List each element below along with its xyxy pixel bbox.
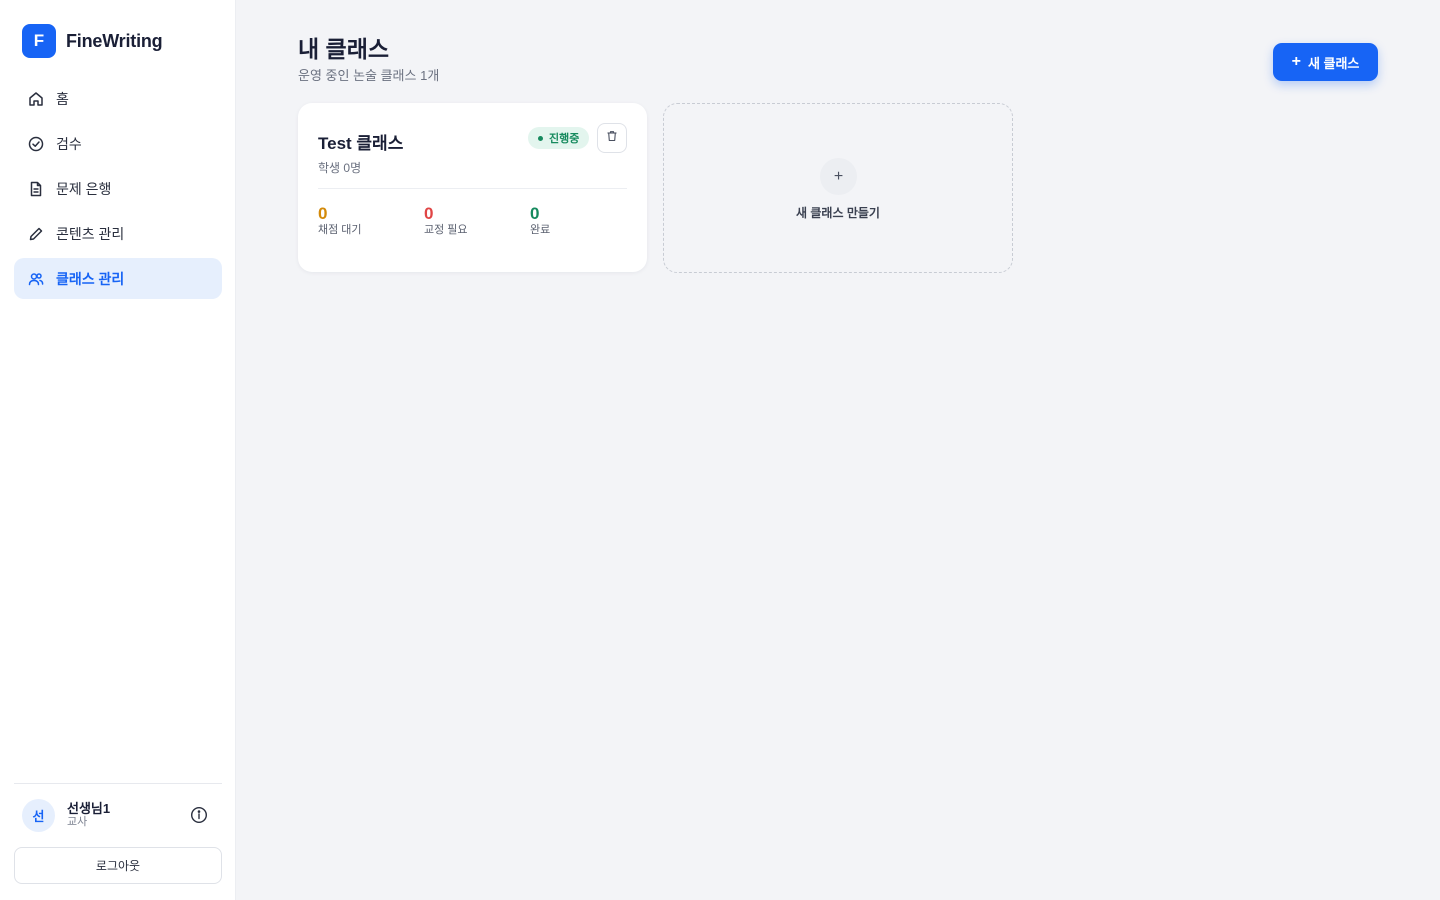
student-count: 학생 0명 xyxy=(318,161,362,175)
divider xyxy=(318,188,627,189)
stat-pending: 0 채점 대기 xyxy=(318,204,362,237)
plus-icon: + xyxy=(1291,53,1301,70)
status-dot-icon xyxy=(538,135,543,141)
sidebar-item-home[interactable]: 홈 xyxy=(14,78,222,119)
trash-icon xyxy=(606,129,618,147)
stat-label: 완료 xyxy=(530,224,551,236)
sidebar-item-label: 검수 xyxy=(56,135,82,152)
new-class-button[interactable]: + 새 클래스 xyxy=(1273,43,1378,81)
create-class-label: 새 클래스 만들기 xyxy=(796,206,880,220)
stat-value: 0 xyxy=(530,204,540,223)
sidebar-item-label: 콘텐츠 관리 xyxy=(56,225,125,242)
info-icon[interactable] xyxy=(190,806,208,824)
stat-completed: 0 완료 xyxy=(530,204,550,237)
user-role: 교사 xyxy=(67,816,88,828)
brand-name: FineWriting xyxy=(66,30,163,51)
document-icon xyxy=(28,181,44,197)
check-circle-icon xyxy=(28,136,44,152)
sidebar-item-classes[interactable]: 클래스 관리 xyxy=(14,258,222,299)
sidebar-item-review[interactable]: 검수 xyxy=(14,123,222,164)
brand[interactable]: F FineWriting xyxy=(22,24,163,58)
sidebar-item-label: 홈 xyxy=(56,90,69,107)
status-badge: 진행중 xyxy=(528,127,590,149)
avatar: 선 xyxy=(22,798,55,832)
sidebar: F FineWriting 홈 검수 문제 은행 콘텐츠 관리 클래스 관리 선… xyxy=(0,0,236,900)
home-icon xyxy=(28,91,44,107)
stat-value: 0 xyxy=(424,204,434,223)
sidebar-footer: 선 선생님1 교사 로그아웃 xyxy=(14,783,222,884)
stat-value: 0 xyxy=(318,204,328,223)
delete-class-button[interactable] xyxy=(597,123,627,153)
divider xyxy=(14,783,222,784)
new-class-button-label: 새 클래스 xyxy=(1307,55,1360,71)
class-card[interactable]: Test 클래스 진행중 학생 0명 0 채점 대기 0 교정 필요 0 완료 xyxy=(298,103,647,272)
user-name: 선생님1 xyxy=(67,801,111,816)
sidebar-nav: 홈 검수 문제 은행 콘텐츠 관리 클래스 관리 xyxy=(14,78,222,303)
class-title: Test 클래스 xyxy=(318,134,404,153)
create-class-card[interactable]: + 새 클래스 만들기 xyxy=(663,103,1013,273)
stat-label: 채점 대기 xyxy=(318,224,362,236)
logout-button[interactable]: 로그아웃 xyxy=(14,847,222,884)
sidebar-item-label: 클래스 관리 xyxy=(56,270,125,287)
stat-label: 교정 필요 xyxy=(424,224,468,236)
plus-icon: + xyxy=(820,158,857,195)
sidebar-item-question-bank[interactable]: 문제 은행 xyxy=(14,168,222,209)
stat-needs-correction: 0 교정 필요 xyxy=(424,204,468,237)
page-title: 내 클래스 xyxy=(298,36,390,62)
user-profile: 선 선생님1 교사 xyxy=(14,794,222,836)
user-info: 선생님1 교사 xyxy=(67,801,110,829)
sidebar-item-label: 문제 은행 xyxy=(56,180,112,197)
pencil-icon xyxy=(28,226,44,242)
brand-logo: F xyxy=(22,24,56,58)
sidebar-item-content[interactable]: 콘텐츠 관리 xyxy=(14,213,222,254)
page-subtitle: 운영 중인 논술 클래스 1개 xyxy=(298,68,440,83)
status-label: 진행중 xyxy=(549,133,580,145)
users-icon xyxy=(28,271,44,287)
